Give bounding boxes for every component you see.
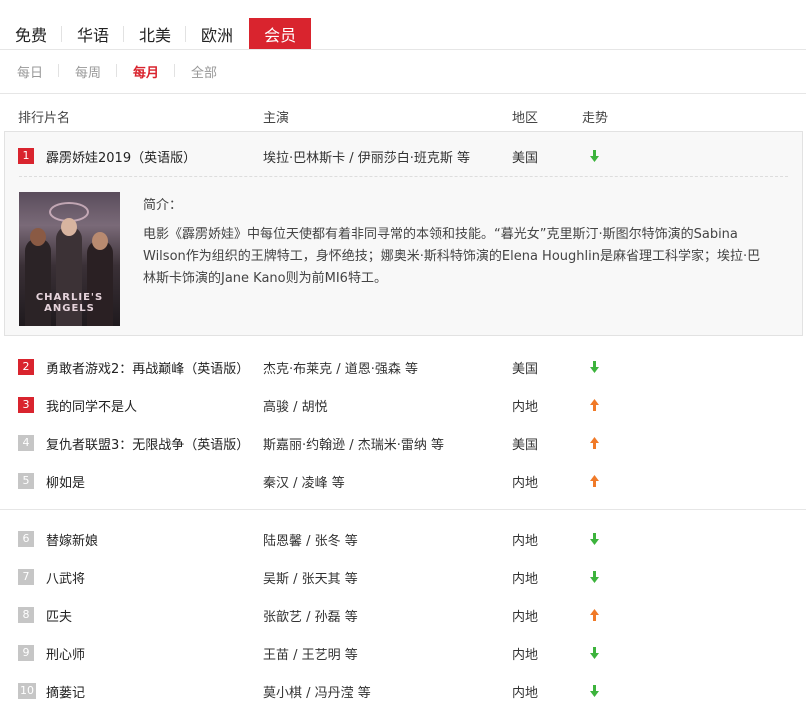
table-row[interactable]: 5 柳如是 秦汉 / 凌峰 等 内地 xyxy=(0,468,806,494)
movie-title[interactable]: 复仇者联盟3：无限战争（英语版） xyxy=(46,434,249,453)
table-row[interactable]: 6 替嫁新娘 陆恩馨 / 张冬 等 内地 xyxy=(0,526,806,552)
movie-cast: 高骏 / 胡悦 xyxy=(263,400,328,415)
rank-badge: 8 xyxy=(18,607,34,623)
movie-cast: 秦汉 / 凌峰 等 xyxy=(263,476,345,491)
movie-region: 内地 xyxy=(512,648,539,663)
movie-region: 内地 xyxy=(512,610,539,625)
arrow-down-icon xyxy=(590,685,599,697)
rank-badge: 10 xyxy=(18,683,36,699)
poster-face xyxy=(92,232,108,250)
movie-title[interactable]: 勇敢者游戏2：再战巅峰（英语版） xyxy=(46,358,249,377)
rank-badge: 2 xyxy=(18,359,34,375)
tab-chinese[interactable]: 华语 xyxy=(62,18,125,50)
period-tabs: 每日 每周 每月 全部 xyxy=(0,62,233,81)
table-row[interactable]: 10 摘蒌记 莫小棋 / 冯丹滢 等 内地 xyxy=(0,678,806,704)
movie-title[interactable]: 匹夫 xyxy=(46,606,72,625)
card-divider xyxy=(19,176,788,177)
period-divider xyxy=(0,93,806,94)
movie-poster[interactable]: CHARLIE'S ANGELS xyxy=(19,192,120,326)
movie-region: 内地 xyxy=(512,476,539,491)
table-row[interactable]: 8 匹夫 张歆艺 / 孙磊 等 内地 xyxy=(0,602,806,628)
period-all[interactable]: 全部 xyxy=(175,62,233,81)
movie-cast: 埃拉·巴林斯卡 / 伊丽莎白·班克斯 等 xyxy=(263,151,471,166)
header-trend: 走势 xyxy=(582,111,609,126)
tab-free[interactable]: 免费 xyxy=(0,18,63,50)
period-daily[interactable]: 每日 xyxy=(0,62,60,81)
rank-badge: 4 xyxy=(18,435,34,451)
intro-text: 电影《霹雳娇娃》中每位天使都有着非同寻常的本领和技能。“暮光女”克里斯汀·斯图尔… xyxy=(143,227,761,286)
movie-cast: 斯嘉丽·约翰逊 / 杰瑞米·雷纳 等 xyxy=(263,438,445,453)
rows-divider xyxy=(0,509,806,510)
rank-badge: 9 xyxy=(18,645,34,661)
tab-europe[interactable]: 欧洲 xyxy=(186,18,249,50)
category-tabs: 免费 华语 北美 欧洲 会员 xyxy=(0,18,312,50)
movie-cast: 吴斯 / 张天其 等 xyxy=(263,572,358,587)
movie-region: 内地 xyxy=(512,686,539,701)
table-row[interactable]: 3 我的同学不是人 高骏 / 胡悦 内地 xyxy=(0,392,806,418)
header-cast: 主演 xyxy=(263,111,290,126)
movie-cast: 莫小棋 / 冯丹滢 等 xyxy=(263,686,371,701)
arrow-down-icon xyxy=(590,647,599,659)
movie-title[interactable]: 替嫁新娘 xyxy=(46,530,98,549)
tab-north-america[interactable]: 北美 xyxy=(124,18,187,50)
arrow-up-icon xyxy=(590,437,599,449)
arrow-down-icon xyxy=(590,533,599,545)
rank-badge: 6 xyxy=(18,531,34,547)
tab-member[interactable]: 会员 xyxy=(249,18,312,50)
movie-region: 内地 xyxy=(512,572,539,587)
movie-cast: 陆恩馨 / 张冬 等 xyxy=(263,534,358,549)
tabs-divider xyxy=(0,49,806,50)
period-weekly[interactable]: 每周 xyxy=(59,62,118,81)
arrow-up-icon xyxy=(590,399,599,411)
movie-title[interactable]: 八武将 xyxy=(46,568,85,587)
movie-title[interactable]: 摘蒌记 xyxy=(46,682,85,701)
table-row[interactable]: 7 八武将 吴斯 / 张天其 等 内地 xyxy=(0,564,806,590)
arrow-down-icon xyxy=(590,571,599,583)
poster-title: CHARLIE'S ANGELS xyxy=(35,292,104,314)
movie-cast: 张歆艺 / 孙磊 等 xyxy=(263,610,358,625)
table-row[interactable]: 9 刑心师 王苗 / 王艺明 等 内地 xyxy=(0,640,806,666)
movie-region: 美国 xyxy=(512,151,539,166)
header-region: 地区 xyxy=(512,111,539,126)
intro-label: 简介： xyxy=(143,198,183,213)
movie-region: 内地 xyxy=(512,534,539,549)
rank-badge: 1 xyxy=(18,148,34,164)
table-row[interactable]: 4 复仇者联盟3：无限战争（英语版） 斯嘉丽·约翰逊 / 杰瑞米·雷纳 等 美国 xyxy=(0,430,806,456)
movie-cast: 王苗 / 王艺明 等 xyxy=(263,648,358,663)
movie-region: 内地 xyxy=(512,400,539,415)
movie-cast: 杰克·布莱克 / 道恩·强森 等 xyxy=(263,362,419,377)
movie-title[interactable]: 我的同学不是人 xyxy=(46,396,137,415)
header-title: 排行片名 xyxy=(18,111,71,126)
rank-badge: 7 xyxy=(18,569,34,585)
rank-badge: 5 xyxy=(18,473,34,489)
arrow-up-icon xyxy=(590,475,599,487)
poster-face xyxy=(30,228,46,246)
table-row[interactable]: 1 霹雳娇娃2019（英语版） 埃拉·巴林斯卡 / 伊丽莎白·班克斯 等 美国 xyxy=(0,143,806,169)
arrow-down-icon xyxy=(590,361,599,373)
table-row[interactable]: 2 勇敢者游戏2：再战巅峰（英语版） 杰克·布莱克 / 道恩·强森 等 美国 xyxy=(0,354,806,380)
movie-title[interactable]: 刑心师 xyxy=(46,644,85,663)
arrow-up-icon xyxy=(590,609,599,621)
poster-face xyxy=(61,218,77,236)
arrow-down-icon xyxy=(590,150,599,162)
movie-region: 美国 xyxy=(512,438,539,453)
movie-title[interactable]: 霹雳娇娃2019（英语版） xyxy=(46,147,196,166)
period-monthly[interactable]: 每月 xyxy=(117,62,176,81)
movie-title[interactable]: 柳如是 xyxy=(46,472,85,491)
rank-badge: 3 xyxy=(18,397,34,413)
movie-region: 美国 xyxy=(512,362,539,377)
